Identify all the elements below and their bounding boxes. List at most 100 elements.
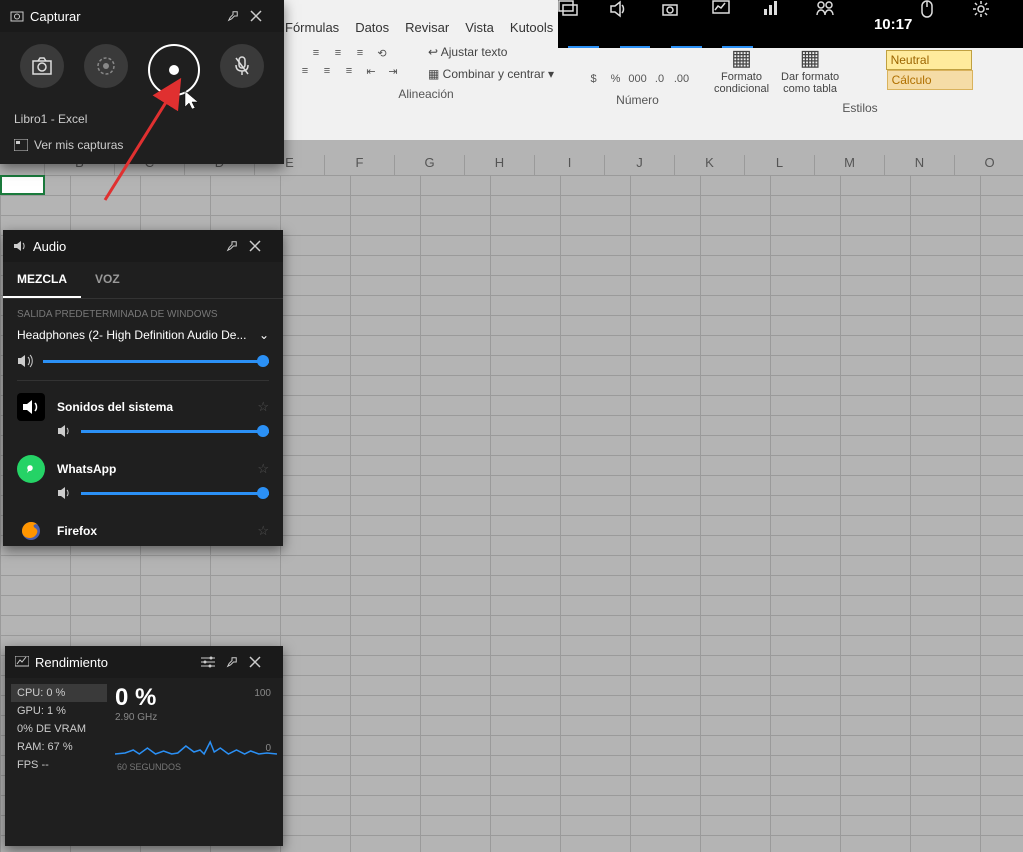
align-top-icon[interactable]: ≡	[307, 45, 325, 61]
system-volume-slider[interactable]	[81, 430, 269, 433]
speaker-small-icon	[13, 239, 27, 253]
capture-icon[interactable]	[661, 0, 712, 48]
tab-datos[interactable]: Datos	[355, 20, 389, 35]
gamebar-toolbar: 10:17	[558, 0, 1023, 48]
cursor-icon	[184, 90, 200, 110]
graph-max-label: 100	[254, 688, 271, 699]
screenshot-button[interactable]	[20, 44, 64, 88]
align-right-icon[interactable]: ≡	[340, 63, 358, 79]
align-bottom-icon[interactable]: ≡	[351, 45, 369, 61]
align-middle-icon[interactable]: ≡	[329, 45, 347, 61]
number-group: $ % 000 .0 .00 Número	[570, 45, 705, 107]
output-device-select[interactable]: Headphones (2- High Definition Audio De.…	[3, 324, 283, 346]
number-label: Número	[570, 93, 705, 107]
selected-cell[interactable]	[0, 175, 45, 195]
dec-dec-icon[interactable]: .00	[673, 71, 691, 87]
performance-panel: Rendimiento CPU: 0 % GPU: 1 % 0% DE VRAM…	[5, 646, 283, 846]
chevron-down-icon: ⌄	[259, 328, 269, 342]
monitor-small-icon	[15, 656, 29, 668]
app-name-whatsapp: WhatsApp	[57, 462, 245, 476]
chart-icon[interactable]	[763, 0, 814, 48]
perf-title: Rendimiento	[35, 655, 201, 670]
settings-icon[interactable]	[972, 0, 1023, 48]
system-sounds-icon	[17, 393, 45, 421]
indent-inc-icon[interactable]: ⇥	[384, 63, 402, 79]
col-J[interactable]: J	[605, 155, 675, 175]
col-G[interactable]: G	[395, 155, 465, 175]
capture-title: Capturar	[30, 9, 226, 24]
app-name-system: Sonidos del sistema	[57, 400, 245, 414]
dec-inc-icon[interactable]: .0	[651, 71, 669, 87]
cpu-row[interactable]: CPU: 0 %	[11, 684, 107, 702]
tab-revisar[interactable]: Revisar	[405, 20, 449, 35]
output-section-label: SALIDA PREDETERMINADA DE WINDOWS	[3, 299, 283, 324]
styles-label: Estilos	[710, 101, 1010, 115]
tab-mezcla[interactable]: MEZCLA	[3, 262, 81, 298]
audio-pin-icon[interactable]	[225, 239, 249, 253]
capture-window-name: Libro1 - Excel	[0, 108, 284, 130]
tab-formulas[interactable]: Fórmulas	[285, 20, 339, 35]
view-captures-link[interactable]: Ver mis capturas	[0, 130, 284, 160]
styles-group: ▦ Formato condicional ▦ Dar formato como…	[710, 45, 1010, 115]
volume-icon	[17, 354, 33, 368]
col-I[interactable]: I	[535, 155, 605, 175]
firefox-icon	[17, 517, 45, 545]
mic-mute-button[interactable]	[220, 44, 264, 88]
volume-small-icon	[57, 425, 71, 437]
display-icon[interactable]	[558, 0, 609, 48]
graph-timeline-label: 60 SEGUNDOS	[117, 762, 181, 772]
social-icon[interactable]	[815, 0, 866, 48]
star-icon[interactable]: ☆	[257, 461, 269, 477]
cpu-graph	[115, 706, 277, 756]
star-icon[interactable]: ☆	[257, 523, 269, 539]
col-N[interactable]: N	[885, 155, 955, 175]
style-neutral[interactable]: Neutral	[886, 50, 972, 70]
performance-icon[interactable]	[712, 0, 763, 48]
col-K[interactable]: K	[675, 155, 745, 175]
master-volume-slider[interactable]	[43, 360, 269, 363]
percent-icon[interactable]: %	[607, 71, 625, 87]
indent-dec-icon[interactable]: ⇤	[362, 63, 380, 79]
audio-panel: Audio MEZCLA VOZ SALIDA PREDETERMINADA D…	[3, 230, 283, 546]
style-calculo[interactable]: Cálculo	[887, 70, 973, 90]
whatsapp-icon	[17, 455, 45, 483]
gallery-icon	[14, 139, 28, 151]
tab-kutools[interactable]: Kutools	[510, 20, 553, 35]
thousands-icon[interactable]: 000	[629, 71, 647, 87]
audio-close-icon[interactable]	[249, 240, 273, 252]
pin-icon[interactable]	[226, 9, 250, 23]
clock: 10:17	[866, 16, 920, 33]
tab-voz[interactable]: VOZ	[81, 262, 134, 298]
format-table-button[interactable]: ▦ Dar formato como tabla	[781, 45, 839, 95]
col-H[interactable]: H	[465, 155, 535, 175]
fps-row[interactable]: FPS --	[11, 756, 107, 774]
perf-pin-icon[interactable]	[225, 655, 249, 669]
orientation-icon[interactable]: ⟲	[373, 45, 391, 61]
ram-row[interactable]: RAM: 67 %	[11, 738, 107, 756]
tab-vista[interactable]: Vista	[465, 20, 494, 35]
perf-settings-icon[interactable]	[201, 656, 225, 668]
vram-row[interactable]: 0% DE VRAM	[11, 720, 107, 738]
audio-title: Audio	[33, 239, 225, 254]
currency-icon[interactable]: $	[585, 71, 603, 87]
gpu-row[interactable]: GPU: 1 %	[11, 702, 107, 720]
capture-panel: Capturar Libro1 - Excel Ver mis capturas	[0, 0, 284, 164]
mouse-icon[interactable]	[920, 0, 971, 48]
audio-icon[interactable]	[609, 0, 660, 48]
star-icon[interactable]: ☆	[257, 399, 269, 415]
perf-close-icon[interactable]	[249, 656, 273, 668]
conditional-format-button[interactable]: ▦ Formato condicional	[714, 45, 769, 95]
whatsapp-volume-slider[interactable]	[81, 492, 269, 495]
align-left-icon[interactable]: ≡	[296, 63, 314, 79]
align-center-icon[interactable]: ≡	[318, 63, 336, 79]
merge-center-button[interactable]: ▦ Combinar y centrar ▾	[428, 67, 554, 81]
col-M[interactable]: M	[815, 155, 885, 175]
app-name-firefox: Firefox	[57, 524, 245, 538]
col-O[interactable]: O	[955, 155, 1023, 175]
wrap-text-button[interactable]: ↩ Ajustar texto	[428, 45, 554, 59]
col-L[interactable]: L	[745, 155, 815, 175]
col-F[interactable]: F	[325, 155, 395, 175]
replay-button[interactable]	[84, 44, 128, 88]
record-button[interactable]	[148, 44, 200, 96]
close-icon[interactable]	[250, 10, 274, 22]
